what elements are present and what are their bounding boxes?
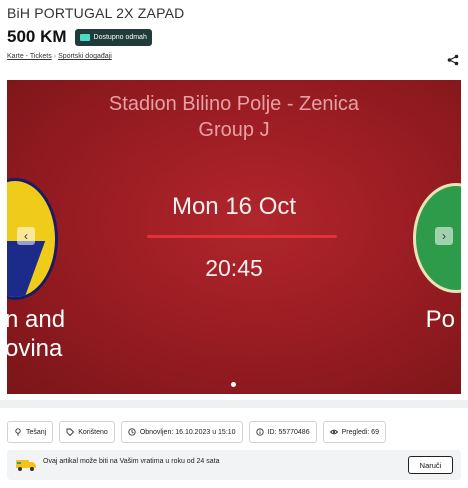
details-chips: Tešanj Korišteno Obnovljen: 16.10.2023 u… (7, 421, 386, 443)
eye-icon (329, 429, 338, 435)
tag-icon (66, 428, 75, 436)
location-pin-icon (15, 428, 21, 436)
match-date: Mon 16 Oct (171, 193, 297, 220)
team-right-name: Po (425, 306, 455, 333)
share-icon[interactable] (447, 54, 459, 66)
delivery-van-icon (16, 460, 36, 471)
gallery-next-button[interactable]: › (435, 227, 453, 245)
updated-chip: Obnovljen: 16.10.2023 u 15:10 (120, 421, 243, 443)
listing-title: BiH PORTUGAL 2X ZAPAD (7, 5, 185, 21)
updated-label: Obnovljen: 16.10.2023 u 15:10 (139, 428, 236, 436)
stadium-text: Stadion Bilino Polje - Zenica (108, 93, 360, 115)
info-icon (255, 428, 264, 436)
chevron-right-icon: › (53, 53, 57, 60)
delivery-badge-label: Dostupno odmah (93, 33, 147, 41)
price: 500 KM (7, 27, 67, 46)
group-text: Group J (198, 119, 270, 141)
delivery-badge: Dostupno odmah (74, 28, 152, 46)
delivery-notice-text: Ovaj artikal može biti na Vašim vratima … (43, 458, 220, 465)
divider-line (147, 235, 337, 238)
views-chip: Pregledi: 69 (322, 421, 386, 443)
location-chip[interactable]: Tešanj (7, 421, 54, 443)
breadcrumb: Karte - Tickets › Sportski događaji (7, 53, 112, 60)
clock-icon (128, 428, 136, 436)
id-label: ID: 55770486 (267, 428, 310, 436)
truck-icon (79, 33, 90, 41)
gallery-prev-button[interactable]: ‹ (17, 227, 35, 245)
location-label: Tešanj (26, 428, 47, 436)
team-left-name: n and ovina (7, 306, 66, 362)
breadcrumb-tickets[interactable]: Karte - Tickets (7, 53, 52, 60)
section-divider (0, 400, 468, 408)
condition-label: Korišteno (78, 428, 108, 436)
price-row: 500 KM Dostupno odmah (7, 27, 152, 47)
id-chip: ID: 55770486 (248, 421, 317, 443)
order-button[interactable]: Naruči (408, 456, 453, 474)
match-time: 20:45 (205, 255, 263, 281)
image-gallery[interactable]: Stadion Bilino Polje - Zenica Group J Mo… (7, 80, 461, 394)
views-label: Pregledi: 69 (341, 428, 379, 436)
delivery-notice: Ovaj artikal može biti na Vašim vratima … (7, 450, 461, 480)
breadcrumb-sport-events[interactable]: Sportski događaji (58, 53, 112, 60)
gallery-indicator-dot[interactable] (231, 382, 236, 387)
condition-chip: Korišteno (59, 421, 115, 443)
